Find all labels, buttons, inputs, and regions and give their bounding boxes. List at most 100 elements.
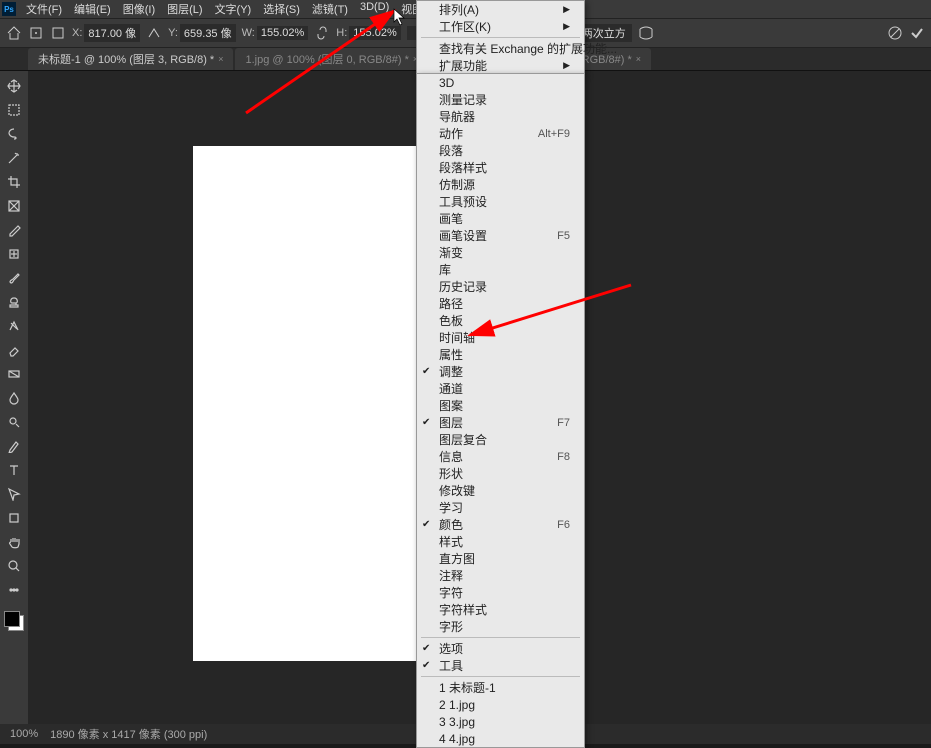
type-tool-icon[interactable] — [3, 459, 25, 481]
menu-item[interactable]: 测量记录 — [417, 91, 584, 108]
menu-item[interactable]: 信息F8 — [417, 448, 584, 465]
menu-item[interactable]: 图案 — [417, 397, 584, 414]
menu-item[interactable]: 渐变 — [417, 244, 584, 261]
menu-item[interactable]: 仿制源 — [417, 176, 584, 193]
home-icon[interactable] — [6, 25, 22, 41]
menu-item[interactable]: 4 4.jpg — [417, 730, 584, 747]
menu-item-label: 3 3.jpg — [439, 715, 475, 729]
cancel-transform-icon[interactable] — [887, 25, 903, 41]
move-tool-icon[interactable] — [3, 75, 25, 97]
warp-icon[interactable] — [638, 25, 654, 41]
menu-item[interactable]: 字形 — [417, 618, 584, 635]
stamp-tool-icon[interactable] — [3, 291, 25, 313]
tool-panel — [0, 71, 28, 724]
menu-item[interactable]: 路径 — [417, 295, 584, 312]
menu-item[interactable]: 动作Alt+F9 — [417, 125, 584, 142]
toggle-bbox-icon[interactable] — [50, 25, 66, 41]
menu-item[interactable]: ✔图层F7 — [417, 414, 584, 431]
status-zoom[interactable]: 100% — [10, 728, 38, 740]
menu-item[interactable]: 段落样式 — [417, 159, 584, 176]
menu-item[interactable]: 图像(I) — [117, 0, 161, 19]
menu-item[interactable]: 直方图 — [417, 550, 584, 567]
menu-item[interactable]: 3D — [417, 74, 584, 91]
menu-item-label: 仿制源 — [439, 176, 475, 193]
crop-tool-icon[interactable] — [3, 171, 25, 193]
status-dims[interactable]: 1890 像素 x 1417 像素 (300 ppi) — [50, 726, 207, 742]
history-tool-icon[interactable] — [3, 315, 25, 337]
menu-item[interactable]: 排列(A)▶ — [417, 1, 584, 18]
x-value[interactable]: 817.00 像 — [84, 24, 140, 42]
menu-item-label: 图案 — [439, 397, 463, 414]
zoom-tool-icon[interactable] — [3, 555, 25, 577]
w-value[interactable]: 155.02% — [257, 26, 308, 40]
pen-tool-icon[interactable] — [3, 435, 25, 457]
h-value[interactable]: 155.02% — [349, 26, 400, 40]
menu-item[interactable]: 2 1.jpg — [417, 696, 584, 713]
y-value[interactable]: 659.35 像 — [180, 24, 236, 42]
menu-item[interactable]: 段落 — [417, 142, 584, 159]
path-tool-icon[interactable] — [3, 483, 25, 505]
gradient-tool-icon[interactable] — [3, 363, 25, 385]
eyedropper-tool-icon[interactable] — [3, 219, 25, 241]
document-tab[interactable]: 未标题-1 @ 100% (图层 3, RGB/8) *× — [28, 48, 233, 70]
menu-item[interactable]: 3D(D) — [354, 0, 395, 19]
menu-item[interactable]: 库 — [417, 261, 584, 278]
menu-item[interactable]: 1 未标题-1 — [417, 679, 584, 696]
reference-point-icon[interactable] — [28, 25, 44, 41]
menu-item[interactable]: 修改键 — [417, 482, 584, 499]
eraser-tool-icon[interactable] — [3, 339, 25, 361]
menu-separator — [421, 37, 580, 38]
lasso-tool-icon[interactable] — [3, 123, 25, 145]
menu-item[interactable]: 选择(S) — [257, 0, 306, 19]
document-tab[interactable]: 1.jpg @ 100% (图层 0, RGB/8#) *× — [235, 48, 428, 70]
menu-item[interactable]: 色板 — [417, 312, 584, 329]
menu-item[interactable]: 形状 — [417, 465, 584, 482]
menu-item[interactable]: ✔工具 — [417, 657, 584, 674]
color-swatch[interactable] — [4, 611, 24, 631]
menu-item[interactable]: 学习 — [417, 499, 584, 516]
rect-tool-icon[interactable] — [3, 507, 25, 529]
menu-item[interactable]: 导航器 — [417, 108, 584, 125]
menu-item-label: 颜色 — [439, 516, 463, 533]
menu-item[interactable]: 工作区(K)▶ — [417, 18, 584, 35]
commit-transform-icon[interactable] — [909, 25, 925, 41]
menu-item[interactable]: 滤镜(T) — [306, 0, 354, 19]
menu-item[interactable]: 文字(Y) — [209, 0, 258, 19]
close-icon[interactable]: × — [218, 54, 223, 64]
menu-item[interactable]: 历史记录 — [417, 278, 584, 295]
menu-item[interactable]: 注释 — [417, 567, 584, 584]
menu-item[interactable]: 通道 — [417, 380, 584, 397]
wand-tool-icon[interactable] — [3, 147, 25, 169]
link-wh-icon[interactable] — [314, 25, 330, 41]
dodge-tool-icon[interactable] — [3, 411, 25, 433]
more-tool-icon[interactable] — [3, 579, 25, 601]
menu-item[interactable]: 字符样式 — [417, 601, 584, 618]
menu-item[interactable]: ✔选项 — [417, 640, 584, 657]
swap-xy-icon[interactable] — [146, 25, 162, 41]
menu-item[interactable]: 时间轴 — [417, 329, 584, 346]
foreground-color-icon[interactable] — [4, 611, 20, 627]
menu-item[interactable]: 3 3.jpg — [417, 713, 584, 730]
menu-item[interactable]: ✔颜色F6 — [417, 516, 584, 533]
close-icon[interactable]: × — [636, 54, 641, 64]
heal-tool-icon[interactable] — [3, 243, 25, 265]
menu-item[interactable]: 编辑(E) — [68, 0, 117, 19]
menu-item[interactable]: 查找有关 Exchange 的扩展功能... — [417, 40, 584, 57]
menu-item[interactable]: 样式 — [417, 533, 584, 550]
frame-tool-icon[interactable] — [3, 195, 25, 217]
brush-tool-icon[interactable] — [3, 267, 25, 289]
menu-item[interactable]: 图层(L) — [161, 0, 208, 19]
menu-item[interactable]: 工具预设 — [417, 193, 584, 210]
hand-tool-icon[interactable] — [3, 531, 25, 553]
menu-item-label: 形状 — [439, 465, 463, 482]
marquee-tool-icon[interactable] — [3, 99, 25, 121]
menu-item[interactable]: 字符 — [417, 584, 584, 601]
menu-item[interactable]: 图层复合 — [417, 431, 584, 448]
menu-item[interactable]: 属性 — [417, 346, 584, 363]
menu-item[interactable]: 扩展功能▶ — [417, 57, 584, 74]
menu-item[interactable]: 画笔 — [417, 210, 584, 227]
menu-item[interactable]: ✔调整 — [417, 363, 584, 380]
blur-tool-icon[interactable] — [3, 387, 25, 409]
menu-item[interactable]: 文件(F) — [20, 0, 68, 19]
menu-item[interactable]: 画笔设置F5 — [417, 227, 584, 244]
